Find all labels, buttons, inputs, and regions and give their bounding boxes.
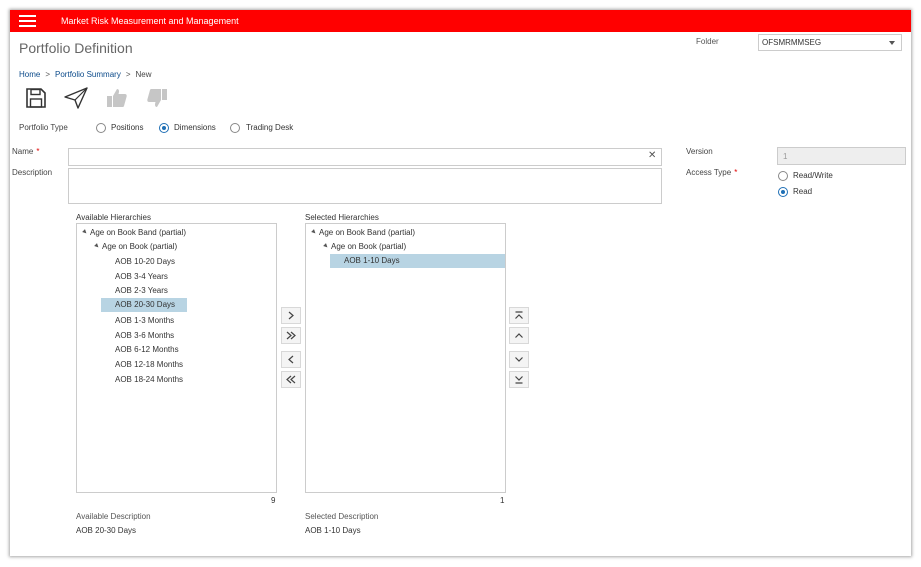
- top-bar: Market Risk Measurement and Management: [10, 10, 911, 32]
- radio-dimensions-label: Dimensions: [174, 123, 216, 132]
- access-type-label: Access Type *: [686, 168, 738, 177]
- folder-value: OFSMRMMSEG: [762, 38, 822, 47]
- description-label: Description: [12, 168, 53, 177]
- chevron-up-bar-icon: [515, 311, 523, 319]
- breadcrumb-separator: >: [125, 70, 131, 79]
- list-item[interactable]: AOB 3-6 Months: [115, 331, 174, 340]
- approve-button[interactable]: [105, 86, 131, 112]
- version-input: 1: [777, 147, 906, 165]
- radio-read-write-label: Read/Write: [793, 171, 833, 180]
- caret-down-icon[interactable]: [311, 229, 317, 235]
- breadcrumb-current: New: [135, 70, 152, 79]
- chevron-down-icon: [889, 41, 895, 45]
- name-label: Name *: [12, 147, 40, 156]
- move-left-button[interactable]: [281, 351, 301, 368]
- radio-read-write[interactable]: [778, 171, 788, 181]
- move-bottom-button[interactable]: [509, 371, 529, 388]
- move-up-button[interactable]: [509, 327, 529, 344]
- chevron-left-icon: [288, 355, 294, 364]
- move-down-button[interactable]: [509, 351, 529, 368]
- move-right-button[interactable]: [281, 307, 301, 324]
- radio-dimensions[interactable]: [159, 123, 169, 133]
- radio-read-label: Read: [793, 187, 813, 196]
- selected-count: 1: [500, 496, 505, 505]
- portfolio-type-label: Portfolio Type: [19, 123, 68, 132]
- chevron-up-icon: [515, 333, 523, 338]
- tree-node-root[interactable]: Age on Book Band (partial): [311, 228, 415, 237]
- list-item[interactable]: AOB 6-12 Months: [115, 345, 179, 354]
- list-item-selected[interactable]: AOB 20-30 Days: [101, 298, 187, 312]
- list-item[interactable]: AOB 12-18 Months: [115, 360, 183, 369]
- reject-button[interactable]: [145, 86, 171, 112]
- caret-down-icon[interactable]: [323, 243, 329, 249]
- list-item-selected[interactable]: AOB 1-10 Days: [330, 254, 505, 268]
- breadcrumb-home[interactable]: Home: [19, 70, 40, 79]
- required-mark: *: [36, 147, 40, 156]
- version-value: 1: [783, 152, 788, 161]
- page-title: Portfolio Definition: [19, 40, 133, 56]
- radio-positions-label: Positions: [111, 123, 144, 132]
- thumbs-up-icon: [107, 89, 127, 107]
- available-description-value: AOB 20-30 Days: [76, 526, 137, 535]
- required-mark: *: [734, 168, 738, 177]
- clear-icon[interactable]: ✕: [648, 150, 656, 161]
- available-description-label: Available Description: [76, 512, 151, 521]
- thumbs-down-icon: [147, 89, 167, 107]
- name-input[interactable]: [68, 148, 662, 166]
- version-label: Version: [686, 147, 713, 156]
- selected-hierarchies-list[interactable]: Age on Book Band (partial) Age on Book (…: [305, 223, 506, 493]
- list-item[interactable]: AOB 2-3 Years: [115, 286, 168, 295]
- folder-select[interactable]: OFSMRMMSEG: [758, 34, 902, 51]
- folder-label: Folder: [696, 37, 719, 46]
- selected-hierarchies-title: Selected Hierarchies: [305, 213, 379, 222]
- chevron-right-icon: [288, 311, 294, 320]
- move-all-left-button[interactable]: [281, 371, 301, 388]
- selected-description-label: Selected Description: [305, 512, 379, 521]
- app-window: Market Risk Measurement and Management P…: [10, 10, 911, 556]
- tree-node-child[interactable]: Age on Book (partial): [323, 242, 406, 251]
- available-hierarchies-list[interactable]: Age on Book Band (partial) Age on Book (…: [76, 223, 277, 493]
- list-item[interactable]: AOB 1-3 Months: [115, 316, 174, 325]
- description-input[interactable]: [68, 168, 662, 204]
- radio-trading-desk[interactable]: [230, 123, 240, 133]
- available-count: 9: [271, 496, 276, 505]
- breadcrumb-portfolio-summary[interactable]: Portfolio Summary: [55, 70, 121, 79]
- list-item[interactable]: AOB 10-20 Days: [115, 257, 175, 266]
- save-icon: [26, 88, 46, 108]
- radio-positions[interactable]: [96, 123, 106, 133]
- breadcrumb: Home > Portfolio Summary > New: [19, 70, 152, 79]
- selected-description-value: AOB 1-10 Days: [305, 526, 361, 535]
- chevron-down-bar-icon: [515, 376, 523, 384]
- app-title: Market Risk Measurement and Management: [61, 16, 239, 26]
- tree-node-child[interactable]: Age on Book (partial): [94, 242, 177, 251]
- breadcrumb-separator: >: [45, 70, 51, 79]
- move-all-right-button[interactable]: [281, 327, 301, 344]
- paper-plane-icon: [64, 87, 88, 109]
- available-hierarchies-title: Available Hierarchies: [76, 213, 151, 222]
- double-chevron-left-icon: [286, 375, 296, 384]
- caret-down-icon[interactable]: [82, 229, 88, 235]
- radio-read[interactable]: [778, 187, 788, 197]
- tree-node-root[interactable]: Age on Book Band (partial): [82, 228, 186, 237]
- chevron-down-icon: [515, 357, 523, 362]
- list-item[interactable]: AOB 18-24 Months: [115, 375, 183, 384]
- list-item[interactable]: AOB 3-4 Years: [115, 272, 168, 281]
- hamburger-menu-icon[interactable]: [19, 15, 36, 27]
- double-chevron-right-icon: [286, 331, 296, 340]
- radio-trading-desk-label: Trading Desk: [246, 123, 294, 132]
- move-top-button[interactable]: [509, 307, 529, 324]
- caret-down-icon[interactable]: [94, 243, 100, 249]
- save-button[interactable]: [24, 86, 50, 112]
- submit-button[interactable]: [63, 86, 89, 112]
